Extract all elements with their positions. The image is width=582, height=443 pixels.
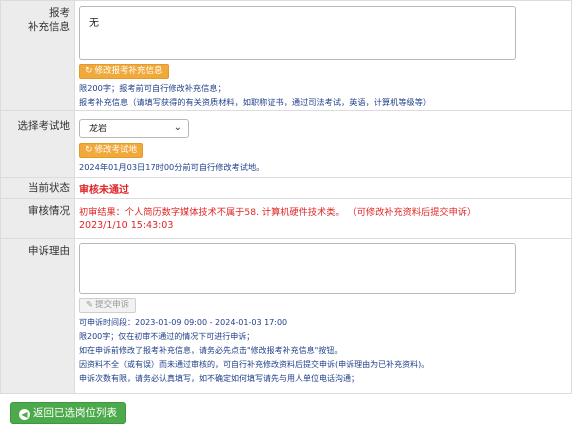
appeal-value-cell: ✎ 提交申诉 可申诉时间段：2023-01-09 09:00 - 2024-01-…	[75, 239, 571, 393]
status-value: 审核未通过	[79, 185, 129, 196]
refresh-icon: ↻	[85, 145, 93, 155]
status-value-cell: 审核未通过	[75, 178, 571, 198]
refresh-icon: ↻	[85, 66, 93, 76]
exam-location-select-wrap: 龙岩 ⌄	[79, 119, 189, 138]
supplement-label-line2: 补充信息	[28, 21, 70, 33]
edit-exam-location-button-label: 修改考试地	[94, 145, 138, 155]
exam-location-label: 选择考试地	[1, 111, 75, 177]
exam-location-select[interactable]: 龙岩	[79, 119, 189, 138]
supplement-note-1: 限200字；报考前可自行修改补充信息；	[79, 83, 226, 93]
appeal-textarea[interactable]	[79, 243, 516, 294]
exam-location-row: 选择考试地 龙岩 ⌄ ↻ 修改考试地 2024年01月03日17时00分前可自行修…	[1, 110, 571, 177]
application-form-table: 报考 补充信息 无 ↻ 修改报考补充信息 限200字；报考前可自行修改补充信息； …	[0, 0, 572, 394]
appeal-note-1: 可申诉时间段：2023-01-09 09:00 - 2024-01-03 17:…	[79, 318, 288, 327]
review-value-cell: 初审结果：个人简历数字媒体技术不属于58. 计算机硬件技术类。 （可修改补充资料…	[75, 199, 571, 238]
appeal-note-4: 因资料不全（或有误）而未通过审核的，可自行补充修改资料后提交申诉(申诉理由为已补…	[79, 360, 430, 369]
exam-location-value-cell: 龙岩 ⌄ ↻ 修改考试地 2024年01月03日17时00分前可自行修改考试地。	[75, 111, 571, 177]
status-row: 当前状态 审核未通过	[1, 177, 571, 198]
supplement-label: 报考 补充信息	[1, 1, 75, 110]
review-result-text: 初审结果：个人简历数字媒体技术不属于58. 计算机硬件技术类。 （可修改补充资料…	[79, 207, 477, 218]
back-to-job-list-label: 返回已选岗位列表	[33, 407, 117, 419]
back-to-job-list-button[interactable]: ◀ 返回已选岗位列表	[10, 402, 126, 424]
edit-icon: ✎	[86, 300, 94, 310]
appeal-note-2: 限200字；仅在初审不通过的情况下可进行申诉；	[79, 332, 255, 341]
supplement-note-2: 报考补充信息（请填写获得的有关资质材料，如职称证书，通过司法考试，英语，计算机等…	[79, 97, 432, 107]
edit-exam-location-button[interactable]: ↻ 修改考试地	[79, 143, 144, 158]
supplement-label-line1: 报考	[49, 7, 70, 19]
edit-supplement-button-label: 修改报考补充信息	[94, 66, 163, 76]
submit-appeal-button-label: 提交申诉	[95, 300, 130, 310]
appeal-note-3: 如在申诉前修改了报考补充信息，请务必先点击"修改报考补充信息"按钮。	[79, 346, 343, 355]
edit-supplement-button[interactable]: ↻ 修改报考补充信息	[79, 64, 169, 79]
review-timestamp: 2023/1/10 15:43:03	[79, 220, 174, 231]
review-row: 审核情况 初审结果：个人简历数字媒体技术不属于58. 计算机硬件技术类。 （可修…	[1, 198, 571, 238]
appeal-note-5: 申诉次数有限，请务必认真填写，如不确定如何填写请先与用人单位电话沟通；	[79, 374, 359, 383]
supplement-textarea[interactable]: 无	[79, 6, 516, 60]
back-arrow-icon: ◀	[19, 409, 30, 420]
appeal-label: 申诉理由	[1, 239, 75, 393]
review-label: 审核情况	[1, 199, 75, 238]
status-label: 当前状态	[1, 178, 75, 198]
supplement-value-cell: 无 ↻ 修改报考补充信息 限200字；报考前可自行修改补充信息； 报考补充信息（请…	[75, 1, 571, 110]
submit-appeal-button[interactable]: ✎ 提交申诉	[79, 298, 137, 313]
supplement-row: 报考 补充信息 无 ↻ 修改报考补充信息 限200字；报考前可自行修改补充信息； …	[1, 0, 571, 110]
exam-location-note: 2024年01月03日17时00分前可自行修改考试地。	[79, 162, 265, 172]
appeal-row: 申诉理由 ✎ 提交申诉 可申诉时间段：2023-01-09 09:00 - 202…	[1, 238, 571, 393]
